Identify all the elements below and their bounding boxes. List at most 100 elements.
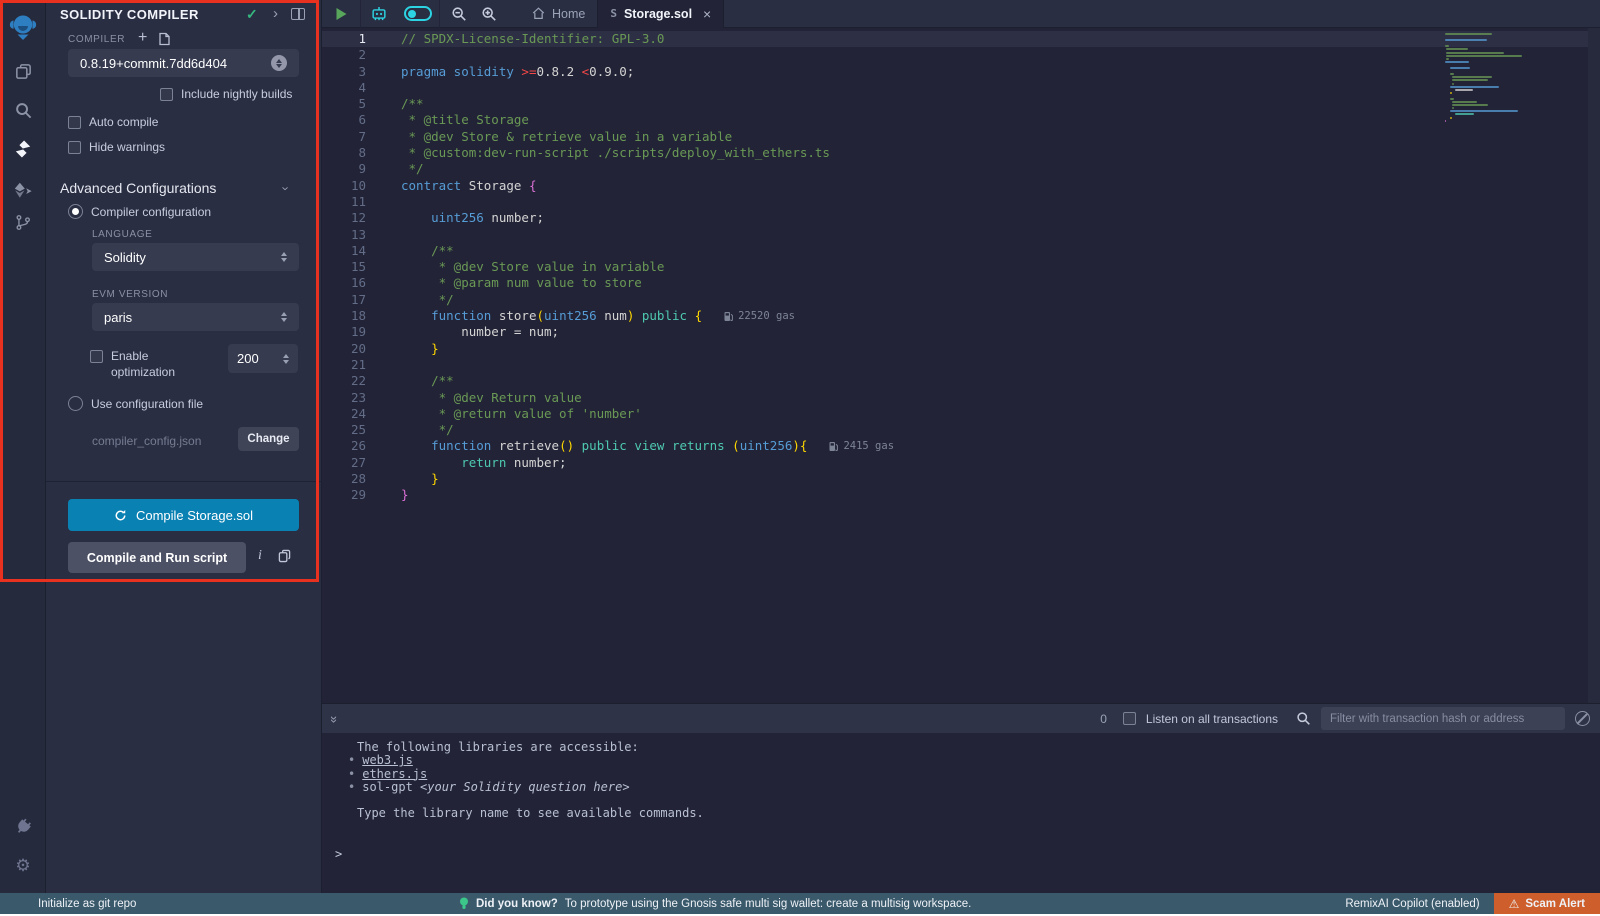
remix-logo-icon[interactable] bbox=[0, 8, 46, 46]
tab-storage-sol[interactable]: S Storage.sol × bbox=[597, 0, 724, 28]
add-compiler-icon[interactable]: + bbox=[138, 29, 147, 47]
line-number: 29 bbox=[322, 487, 380, 503]
settings-gear-icon[interactable]: ⚙ bbox=[0, 850, 46, 882]
tip-text: To prototype using the Gnosis safe multi… bbox=[565, 898, 972, 910]
scam-alert-button[interactable]: ⚠ Scam Alert bbox=[1494, 893, 1600, 914]
chevron-down-icon[interactable]: › bbox=[279, 186, 294, 190]
evm-version-value: paris bbox=[104, 310, 132, 325]
enable-optimization-checkbox[interactable] bbox=[90, 350, 103, 363]
nightly-builds-checkbox[interactable] bbox=[160, 88, 173, 101]
terminal-library-link[interactable]: web3.js bbox=[362, 753, 413, 767]
copy-icon[interactable] bbox=[278, 549, 291, 568]
plugin-manager-icon[interactable] bbox=[0, 810, 46, 842]
editor-scrollbar-gutter[interactable] bbox=[1588, 28, 1600, 703]
code-text: * @param num value to store bbox=[380, 275, 642, 291]
terminal-blank-line bbox=[357, 794, 704, 807]
code-line[interactable]: 27 return number; bbox=[322, 455, 1600, 471]
terminal-intro-line: The following libraries are accessible: bbox=[357, 741, 704, 754]
code-line[interactable]: 18 function store(uint256 num) public {2… bbox=[322, 308, 1600, 324]
language-select[interactable]: Solidity bbox=[92, 243, 299, 271]
clear-terminal-icon[interactable] bbox=[1575, 711, 1590, 726]
copilot-status[interactable]: RemixAI Copilot (enabled) bbox=[1345, 898, 1479, 910]
auto-compile-checkbox[interactable] bbox=[68, 116, 81, 129]
compile-button[interactable]: Compile Storage.sol bbox=[68, 499, 299, 531]
git-icon[interactable] bbox=[0, 206, 46, 238]
code-line[interactable]: 28 } bbox=[322, 471, 1600, 487]
split-view-icon[interactable] bbox=[291, 8, 305, 20]
code-line[interactable]: 1// SPDX-License-Identifier: GPL-3.0 bbox=[322, 31, 1600, 47]
deploy-and-run-icon[interactable] bbox=[0, 174, 46, 206]
solidity-compiler-icon[interactable] bbox=[0, 133, 46, 165]
minimap-line bbox=[1455, 113, 1474, 115]
info-icon[interactable]: i bbox=[258, 548, 262, 564]
code-line[interactable]: 14 /** bbox=[322, 243, 1600, 259]
git-init-button[interactable]: Initialize as git repo bbox=[38, 898, 136, 910]
panel-chevron-right-icon[interactable]: › bbox=[273, 5, 278, 22]
use-config-file-radio[interactable] bbox=[68, 396, 83, 411]
code-line[interactable]: 10contract Storage { bbox=[322, 178, 1600, 194]
advanced-configurations-title[interactable]: Advanced Configurations bbox=[60, 180, 216, 196]
code-line[interactable]: 26 function retrieve() public view retur… bbox=[322, 438, 1600, 454]
code-line[interactable]: 12 uint256 number; bbox=[322, 210, 1600, 226]
code-line[interactable]: 13 bbox=[322, 227, 1600, 243]
code-line[interactable]: 20 } bbox=[322, 341, 1600, 357]
minimap-line bbox=[1455, 89, 1473, 91]
code-line[interactable]: 15 * @dev Store value in variable bbox=[322, 259, 1600, 275]
warning-icon: ⚠ bbox=[1509, 897, 1520, 911]
transaction-filter-input[interactable] bbox=[1321, 707, 1565, 730]
tab-home[interactable]: Home bbox=[520, 0, 597, 28]
compiler-config-radio[interactable] bbox=[68, 204, 83, 219]
change-config-button[interactable]: Change bbox=[238, 427, 299, 451]
code-line[interactable]: 24 * @return value of 'number' bbox=[322, 406, 1600, 422]
code-line[interactable]: 19 number = num; bbox=[322, 324, 1600, 340]
auto-compile-row: Auto compile bbox=[68, 115, 158, 129]
close-tab-icon[interactable]: × bbox=[703, 6, 711, 22]
code-line[interactable]: 5/** bbox=[322, 96, 1600, 112]
code-line[interactable]: 11 bbox=[322, 194, 1600, 210]
number-stepper-icon[interactable] bbox=[283, 354, 289, 364]
line-number: 28 bbox=[322, 471, 380, 487]
file-explorer-icon[interactable] bbox=[0, 55, 46, 87]
zoom-in-icon[interactable] bbox=[474, 0, 504, 28]
code-line[interactable]: 9 */ bbox=[322, 161, 1600, 177]
code-line[interactable]: 3pragma solidity >=0.8.2 <0.9.0; bbox=[322, 64, 1600, 80]
collapse-terminal-icon[interactable]: » bbox=[327, 716, 342, 721]
terminal[interactable]: The following libraries are accessible: … bbox=[322, 733, 1600, 893]
code-line[interactable]: 29} bbox=[322, 487, 1600, 503]
code-line[interactable]: 17 */ bbox=[322, 292, 1600, 308]
search-icon[interactable] bbox=[0, 94, 46, 126]
terminal-search-icon[interactable] bbox=[1296, 711, 1311, 726]
code-line[interactable]: 25 */ bbox=[322, 422, 1600, 438]
optimization-runs-input[interactable]: 200 bbox=[228, 344, 298, 373]
minimap[interactable] bbox=[1445, 33, 1545, 123]
evm-version-select[interactable]: paris bbox=[92, 303, 299, 331]
code-text bbox=[380, 47, 401, 63]
code-line[interactable]: 21 bbox=[322, 357, 1600, 373]
code-line[interactable]: 22 /** bbox=[322, 373, 1600, 389]
code-text: */ bbox=[380, 292, 454, 308]
enable-optimization-row: Enable optimization bbox=[90, 348, 175, 380]
ai-copilot-robot-icon[interactable] bbox=[361, 0, 397, 28]
code-line[interactable]: 6 * @title Storage bbox=[322, 112, 1600, 128]
terminal-libraries: •web3.js•ethers.js•sol-gpt <your Solidit… bbox=[357, 754, 704, 794]
code-line[interactable]: 2 bbox=[322, 47, 1600, 63]
zoom-out-icon[interactable] bbox=[444, 0, 474, 28]
code-editor[interactable]: 1// SPDX-License-Identifier: GPL-3.023pr… bbox=[322, 28, 1600, 703]
did-you-know-tip: Did you know? To prototype using the Gno… bbox=[459, 897, 971, 911]
terminal-library-link[interactable]: ethers.js bbox=[362, 767, 427, 781]
copilot-toggle[interactable] bbox=[397, 0, 439, 28]
code-line[interactable]: 7 * @dev Store & retrieve value in a var… bbox=[322, 129, 1600, 145]
code-text: /** bbox=[380, 373, 454, 389]
run-script-play-button[interactable] bbox=[322, 0, 360, 28]
compiler-version-select[interactable]: 0.8.19+commit.7dd6d404 bbox=[68, 49, 299, 77]
code-line[interactable]: 8 * @custom:dev-run-script ./scripts/dep… bbox=[322, 145, 1600, 161]
code-line[interactable]: 16 * @param num value to store bbox=[322, 275, 1600, 291]
terminal-prompt[interactable]: > bbox=[335, 847, 342, 861]
hide-warnings-checkbox[interactable] bbox=[68, 141, 81, 154]
listen-transactions-checkbox[interactable] bbox=[1123, 712, 1136, 725]
compile-and-run-button[interactable]: Compile and Run script bbox=[68, 542, 246, 573]
code-line[interactable]: 4 bbox=[322, 80, 1600, 96]
code-line[interactable]: 23 * @dev Return value bbox=[322, 390, 1600, 406]
terminal-library-name: sol-gpt bbox=[362, 780, 413, 794]
version-spinner-icon[interactable] bbox=[271, 55, 287, 71]
